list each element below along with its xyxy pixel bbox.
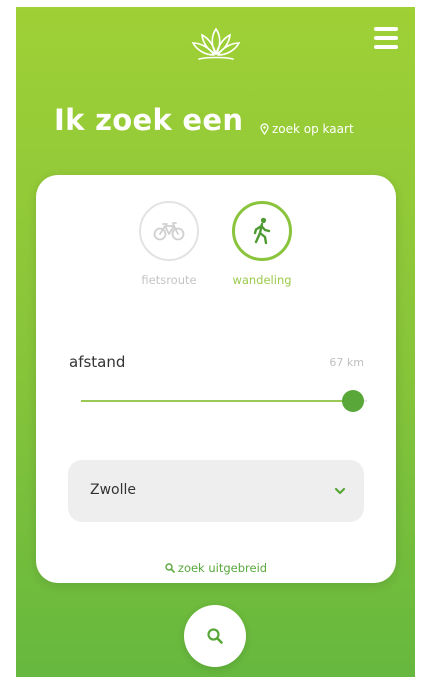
search-icon <box>207 628 223 644</box>
app-screen: Ik zoek een zoek op kaart fietsroute wan… <box>16 7 415 677</box>
advanced-search-link[interactable]: zoek uitgebreid <box>36 561 396 575</box>
distance-label: afstand <box>69 353 126 371</box>
advanced-search-label: zoek uitgebreid <box>177 561 268 575</box>
mode-option-walking[interactable]: wandeling <box>214 201 310 287</box>
slider-fill <box>81 400 353 402</box>
walking-person-icon <box>253 217 271 245</box>
mode-label-walking: wandeling <box>232 273 292 287</box>
location-select-value: Zwolle <box>90 482 136 498</box>
mode-circle <box>139 201 199 261</box>
search-on-map-label: zoek op kaart <box>272 122 354 136</box>
lotus-logo-icon <box>191 27 241 60</box>
map-pin-icon <box>260 123 269 135</box>
distance-slider[interactable] <box>81 389 367 413</box>
bicycle-icon <box>153 222 185 241</box>
search-icon <box>165 563 175 573</box>
search-card: fietsroute wandeling afstand 67 km Zwoll… <box>36 175 396 583</box>
menu-bar <box>374 36 398 40</box>
slider-thumb[interactable] <box>341 390 364 412</box>
location-select[interactable]: Zwolle <box>68 460 364 522</box>
mode-option-cycling[interactable]: fietsroute <box>121 201 217 287</box>
page-title: Ik zoek een <box>54 103 244 137</box>
menu-bar <box>374 45 398 49</box>
mode-circle <box>232 201 292 261</box>
menu-button[interactable] <box>374 27 398 53</box>
search-button[interactable] <box>184 605 246 667</box>
distance-value: 67 km <box>329 356 364 369</box>
mode-label-cycling: fietsroute <box>141 273 197 287</box>
chevron-down-icon <box>334 487 346 495</box>
search-on-map-link[interactable]: zoek op kaart <box>260 122 354 136</box>
menu-bar <box>374 27 398 31</box>
